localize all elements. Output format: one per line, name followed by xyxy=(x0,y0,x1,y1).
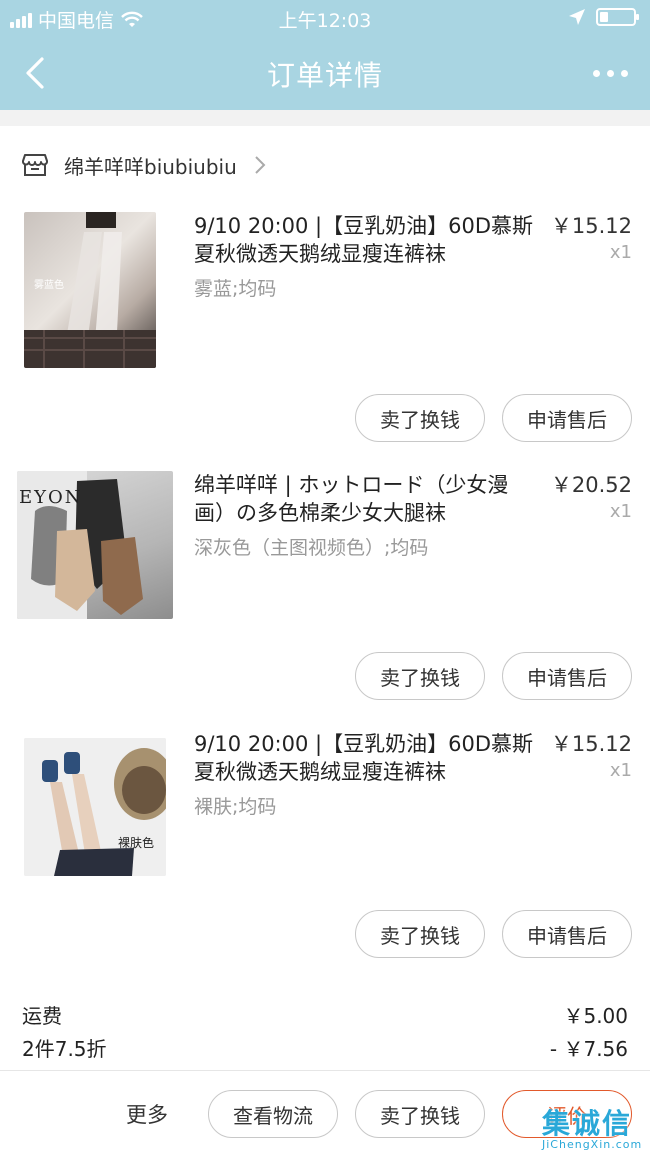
product-qty: x1 xyxy=(609,501,632,522)
watermark-text: 集诚信 xyxy=(542,1107,633,1140)
product-qty: x1 xyxy=(609,760,632,781)
fee-value: ￥5.00 xyxy=(563,1004,628,1028)
after-sale-button[interactable]: 申请售后 xyxy=(502,394,632,442)
sell-button[interactable]: 卖了换钱 xyxy=(355,652,485,700)
legs-illustration xyxy=(24,738,166,876)
product-thumbnail[interactable]: 裸肤色 xyxy=(24,738,166,876)
watermark-logo: 集诚信 JiChengXin.com xyxy=(536,1102,644,1156)
watermark-sub: JiChengXin.com xyxy=(542,1138,643,1151)
status-right xyxy=(568,8,639,26)
fee-label: 运费 xyxy=(22,1004,62,1028)
product-thumbnail[interactable]: EYON xyxy=(17,471,173,619)
sell-button[interactable]: 卖了换钱 xyxy=(355,1090,485,1138)
order-item[interactable]: EYON 绵羊咩咩 | ホットロード（少女漫画）の多色棉柔少女大腿袜 深灰色（主… xyxy=(0,471,650,701)
location-arrow-icon xyxy=(569,9,585,25)
thumb-caption: 裸肤色 xyxy=(118,836,155,850)
product-thumbnail[interactable]: 雾蓝色 xyxy=(24,212,156,368)
product-qty: x1 xyxy=(609,242,632,263)
battery-icon xyxy=(596,8,639,26)
page-title: 订单详情 xyxy=(266,59,383,92)
sell-button[interactable]: 卖了换钱 xyxy=(355,394,485,442)
thumb-caption: 雾蓝色 xyxy=(34,280,64,291)
after-sale-button[interactable]: 申请售后 xyxy=(502,652,632,700)
thumb-caption: EYON xyxy=(19,487,83,508)
view-logistics-button[interactable]: 查看物流 xyxy=(208,1090,338,1138)
nav-bar: 订单详情 xyxy=(0,36,650,110)
product-sku: 裸肤;均码 xyxy=(194,796,277,818)
section-divider xyxy=(0,110,650,126)
discount-row: 2件7.5折 - ￥7.56 xyxy=(22,1033,628,1062)
shop-name: 绵羊咩咩biubiubiu xyxy=(64,154,237,179)
product-title[interactable]: 绵羊咩咩 | ホットロード（少女漫画）の多色棉柔少女大腿袜 xyxy=(194,471,534,527)
status-time: 上午12:03 xyxy=(278,10,372,32)
fee-value: - ￥7.56 xyxy=(549,1037,628,1061)
status-bar: 中国电信 上午12:03 xyxy=(0,0,650,36)
product-price: ￥15.12 xyxy=(550,214,632,238)
product-price: ￥15.12 xyxy=(550,732,632,756)
sell-button[interactable]: 卖了换钱 xyxy=(355,910,485,958)
more-link[interactable]: 更多 xyxy=(126,1099,168,1129)
product-price: ￥20.52 xyxy=(550,473,632,497)
store-icon xyxy=(22,154,48,176)
fee-label: 2件7.5折 xyxy=(22,1037,107,1061)
order-item[interactable]: 雾蓝色 9/10 20:00 |【豆乳奶油】60D慕斯夏秋微透天鹅绒显瘦连裤袜 … xyxy=(0,212,650,442)
shop-header[interactable]: 绵羊咩咩biubiubiu xyxy=(0,140,650,190)
product-sku: 雾蓝;均码 xyxy=(194,278,277,300)
product-title[interactable]: 9/10 20:00 |【豆乳奶油】60D慕斯夏秋微透天鹅绒显瘦连裤袜 xyxy=(194,730,534,786)
after-sale-button[interactable]: 申请售后 xyxy=(502,910,632,958)
shipping-fee-row: 运费 ￥5.00 xyxy=(22,1000,628,1029)
chevron-right-icon xyxy=(255,156,266,174)
product-title[interactable]: 9/10 20:00 |【豆乳奶油】60D慕斯夏秋微透天鹅绒显瘦连裤袜 xyxy=(194,212,534,268)
product-sku: 深灰色（主图视频色）;均码 xyxy=(194,537,429,559)
more-dots-icon[interactable] xyxy=(593,70,628,77)
order-item[interactable]: 裸肤色 9/10 20:00 |【豆乳奶油】60D慕斯夏秋微透天鹅绒显瘦连裤袜 … xyxy=(0,730,650,960)
